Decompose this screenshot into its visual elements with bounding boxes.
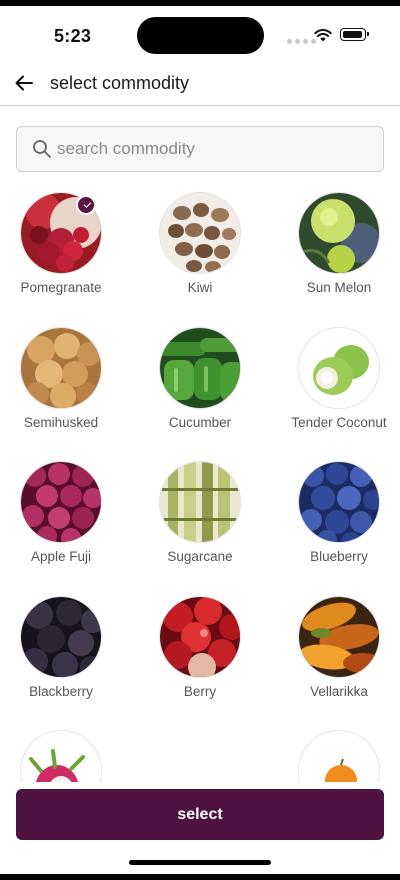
home-indicator[interactable] bbox=[129, 860, 271, 865]
phone-screen: 5:23 select commodity search commodity P… bbox=[0, 0, 400, 880]
commodity-grid: Pomegranate Kiwi Sun Melon Semihusked Cu… bbox=[0, 190, 400, 782]
commodity-label: Apple Fuji bbox=[30, 549, 92, 564]
select-button[interactable]: select bbox=[16, 789, 384, 840]
commodity-item-blackberry[interactable]: Blackberry bbox=[0, 596, 126, 699]
device-frame-bottom bbox=[0, 874, 400, 880]
commodity-label: Tender Coconut bbox=[291, 415, 387, 430]
commodity-label: Cucumber bbox=[168, 415, 232, 430]
selected-check-icon bbox=[76, 195, 96, 215]
app-header: select commodity bbox=[0, 62, 400, 106]
commodity-item-semihusked[interactable]: Semihusked bbox=[0, 327, 126, 430]
commodity-item-orange[interactable] bbox=[274, 730, 400, 782]
commodity-item-dragon-fruit[interactable] bbox=[0, 730, 126, 782]
search-icon bbox=[33, 140, 51, 158]
dynamic-island bbox=[137, 17, 264, 54]
commodity-item-tender-coconut[interactable]: Tender Coconut bbox=[274, 327, 400, 430]
commodity-item-cucumber[interactable]: Cucumber bbox=[135, 327, 265, 430]
sugarcane-image bbox=[159, 461, 241, 543]
commodity-label: Sugarcane bbox=[167, 549, 233, 564]
vellarikka-image bbox=[298, 596, 380, 678]
orange-image bbox=[298, 730, 380, 782]
cellular-signal-icon bbox=[287, 39, 316, 44]
commodity-label: Blackberry bbox=[29, 684, 93, 699]
commodity-label: Semihusked bbox=[23, 415, 99, 430]
blueberry-image bbox=[298, 461, 380, 543]
battery-icon bbox=[340, 28, 369, 41]
commodity-label: Pomegranate bbox=[20, 280, 102, 295]
status-bar: 5:23 bbox=[0, 6, 400, 62]
commodity-label: Kiwi bbox=[187, 280, 213, 295]
commodity-item-apple-fuji[interactable]: Apple Fuji bbox=[0, 461, 126, 564]
commodity-item-sugarcane[interactable]: Sugarcane bbox=[135, 461, 265, 564]
commodity-item-sun-melon[interactable]: Sun Melon bbox=[274, 192, 400, 295]
tender-coconut-image bbox=[298, 327, 380, 409]
cucumber-image bbox=[159, 327, 241, 409]
commodity-label: Vellarikka bbox=[310, 684, 368, 699]
search-box[interactable] bbox=[16, 126, 384, 172]
page-title: select commodity bbox=[50, 73, 190, 93]
commodity-item-berry[interactable]: Berry bbox=[135, 596, 265, 699]
apple-fuji-image bbox=[20, 461, 102, 543]
commodity-item-pomegranate[interactable]: Pomegranate bbox=[0, 192, 126, 295]
commodity-item-kiwi[interactable]: Kiwi bbox=[135, 192, 265, 295]
semihusked-image bbox=[20, 327, 102, 409]
kiwi-image bbox=[159, 192, 241, 274]
blackberry-image bbox=[20, 596, 102, 678]
back-arrow-icon[interactable] bbox=[12, 71, 36, 95]
dragon-fruit-image bbox=[20, 730, 102, 782]
commodity-label: Blueberry bbox=[310, 549, 368, 564]
berry-image bbox=[159, 596, 241, 678]
search-input[interactable] bbox=[55, 127, 375, 171]
commodity-label: Berry bbox=[183, 684, 217, 699]
status-time: 5:23 bbox=[54, 26, 92, 46]
sun-melon-image bbox=[298, 192, 380, 274]
wifi-icon bbox=[314, 29, 332, 42]
commodity-label: Sun Melon bbox=[306, 280, 372, 295]
commodity-item-blueberry[interactable]: Blueberry bbox=[274, 461, 400, 564]
commodity-item-vellarikka[interactable]: Vellarikka bbox=[274, 596, 400, 699]
